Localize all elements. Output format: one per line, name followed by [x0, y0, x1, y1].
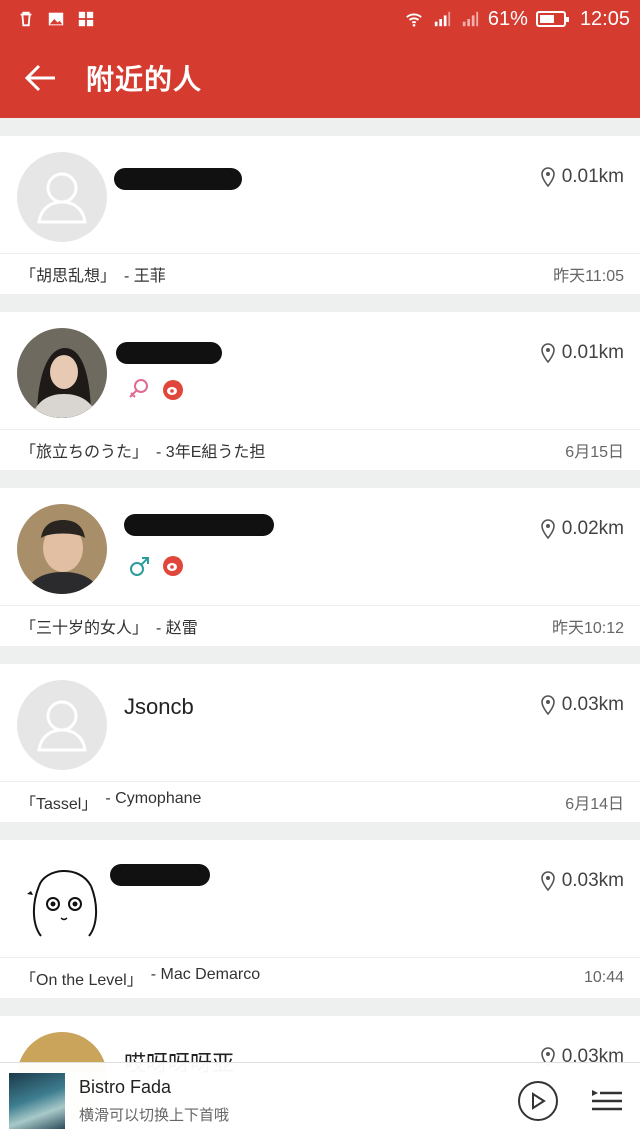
female-icon — [129, 379, 148, 398]
location-pin-icon — [540, 167, 555, 187]
timestamp: 昨天11:05 — [553, 268, 624, 285]
redacted-name — [124, 514, 274, 536]
redacted-name — [110, 864, 210, 886]
default-avatar-icon — [37, 700, 87, 752]
distance: 0.02km — [540, 518, 624, 540]
back-button[interactable] — [0, 38, 80, 118]
now-playing-row[interactable]: 「Tassel」 - Cymophane 6月14日 — [0, 782, 640, 822]
list-item[interactable]: 0.01km 「胡思乱想」 - 王菲 昨天11:05 — [0, 136, 640, 294]
player-hint: 横滑可以切换上下首哦 — [79, 1106, 230, 1124]
app-grid-icon — [78, 11, 94, 27]
avatar-photo — [17, 328, 107, 418]
timestamp: 10:44 — [583, 969, 624, 986]
song-artist: - Cymophane — [105, 790, 202, 807]
song-title: 「On the Level」 — [20, 972, 143, 989]
player-song-title: Bistro Fada — [79, 1076, 172, 1097]
distance: 0.03km — [540, 694, 624, 716]
location-pin-icon — [540, 695, 555, 715]
now-playing-row[interactable]: 「三十岁的女人」 - 赵雷 昨天10:12 — [0, 606, 640, 646]
location-pin-icon — [540, 519, 555, 539]
image-icon — [48, 12, 64, 26]
location-pin-icon — [540, 343, 555, 363]
avatar[interactable] — [17, 152, 107, 242]
list-item[interactable]: Jsoncb 0.03km 「Tassel」 - Cymophane 6月14日 — [0, 664, 640, 822]
nearby-people-list: 0.01km 「胡思乱想」 - 王菲 昨天11:05 0.01km 「旅立ちのう… — [0, 118, 640, 1138]
song-artist: - 王菲 — [124, 268, 166, 285]
timestamp: 6月15日 — [565, 444, 624, 461]
default-avatar-icon — [37, 172, 87, 224]
song-title: 「旅立ちのうた」 — [20, 444, 149, 461]
song-title: 「胡思乱想」 — [20, 268, 117, 285]
list-item[interactable]: 0.02km 「三十岁的女人」 - 赵雷 昨天10:12 — [0, 488, 640, 646]
play-icon — [532, 1091, 546, 1110]
distance: 0.01km — [540, 166, 624, 188]
male-icon — [130, 557, 149, 576]
song-artist: - 3年E組うた担 — [156, 444, 266, 461]
list-item[interactable]: 0.01km 「旅立ちのうた」 - 3年E組うた担 6月15日 — [0, 312, 640, 470]
location-pin-icon — [540, 871, 555, 891]
avatar[interactable] — [17, 328, 107, 418]
playlist-icon[interactable] — [590, 1086, 624, 1116]
page-title: 附近的人 — [86, 64, 203, 95]
list-item[interactable]: 0.03km 「On the Level」 - Mac Demarco 10:44 — [0, 840, 640, 998]
song-title: 「三十岁的女人」 — [20, 620, 149, 637]
song-artist: - 赵雷 — [156, 620, 198, 637]
now-playing-row[interactable]: 「On the Level」 - Mac Demarco 10:44 — [0, 958, 640, 998]
arrow-left-icon — [24, 64, 55, 92]
clock: 12:05 — [579, 7, 630, 30]
signal-icon — [434, 11, 451, 27]
avatar-drawing — [27, 870, 97, 937]
avatar-photo — [17, 504, 107, 594]
user-name[interactable]: Jsoncb — [124, 694, 194, 720]
avatar[interactable] — [17, 680, 107, 770]
weibo-icon[interactable] — [162, 555, 184, 577]
app-bar: 附近的人 — [0, 38, 640, 118]
weibo-icon[interactable] — [162, 379, 184, 401]
album-art[interactable] — [9, 1072, 65, 1129]
redacted-name — [114, 168, 242, 190]
signal-icon-2 — [462, 11, 479, 27]
distance: 0.01km — [540, 342, 624, 364]
now-playing-row[interactable]: 「旅立ちのうた」 - 3年E組うた担 6月15日 — [0, 430, 640, 470]
wifi-icon — [406, 13, 422, 27]
distance: 0.03km — [540, 870, 624, 892]
status-bar: 61% 12:05 — [0, 0, 640, 38]
play-button[interactable] — [518, 1080, 558, 1121]
timestamp: 6月14日 — [565, 796, 624, 813]
mini-player[interactable]: Bistro Fada 横滑可以切换上下首哦 — [0, 1062, 640, 1138]
avatar[interactable] — [17, 856, 107, 946]
song-title: 「Tassel」 — [20, 796, 98, 813]
avatar[interactable] — [17, 504, 107, 594]
timestamp: 昨天10:12 — [551, 620, 624, 637]
redacted-name — [116, 342, 222, 364]
trash-icon — [20, 11, 32, 27]
battery-percent: 61% — [487, 7, 528, 30]
battery-icon — [535, 11, 569, 27]
now-playing-row[interactable]: 「胡思乱想」 - 王菲 昨天11:05 — [0, 254, 640, 294]
song-artist: - Mac Demarco — [150, 966, 261, 983]
